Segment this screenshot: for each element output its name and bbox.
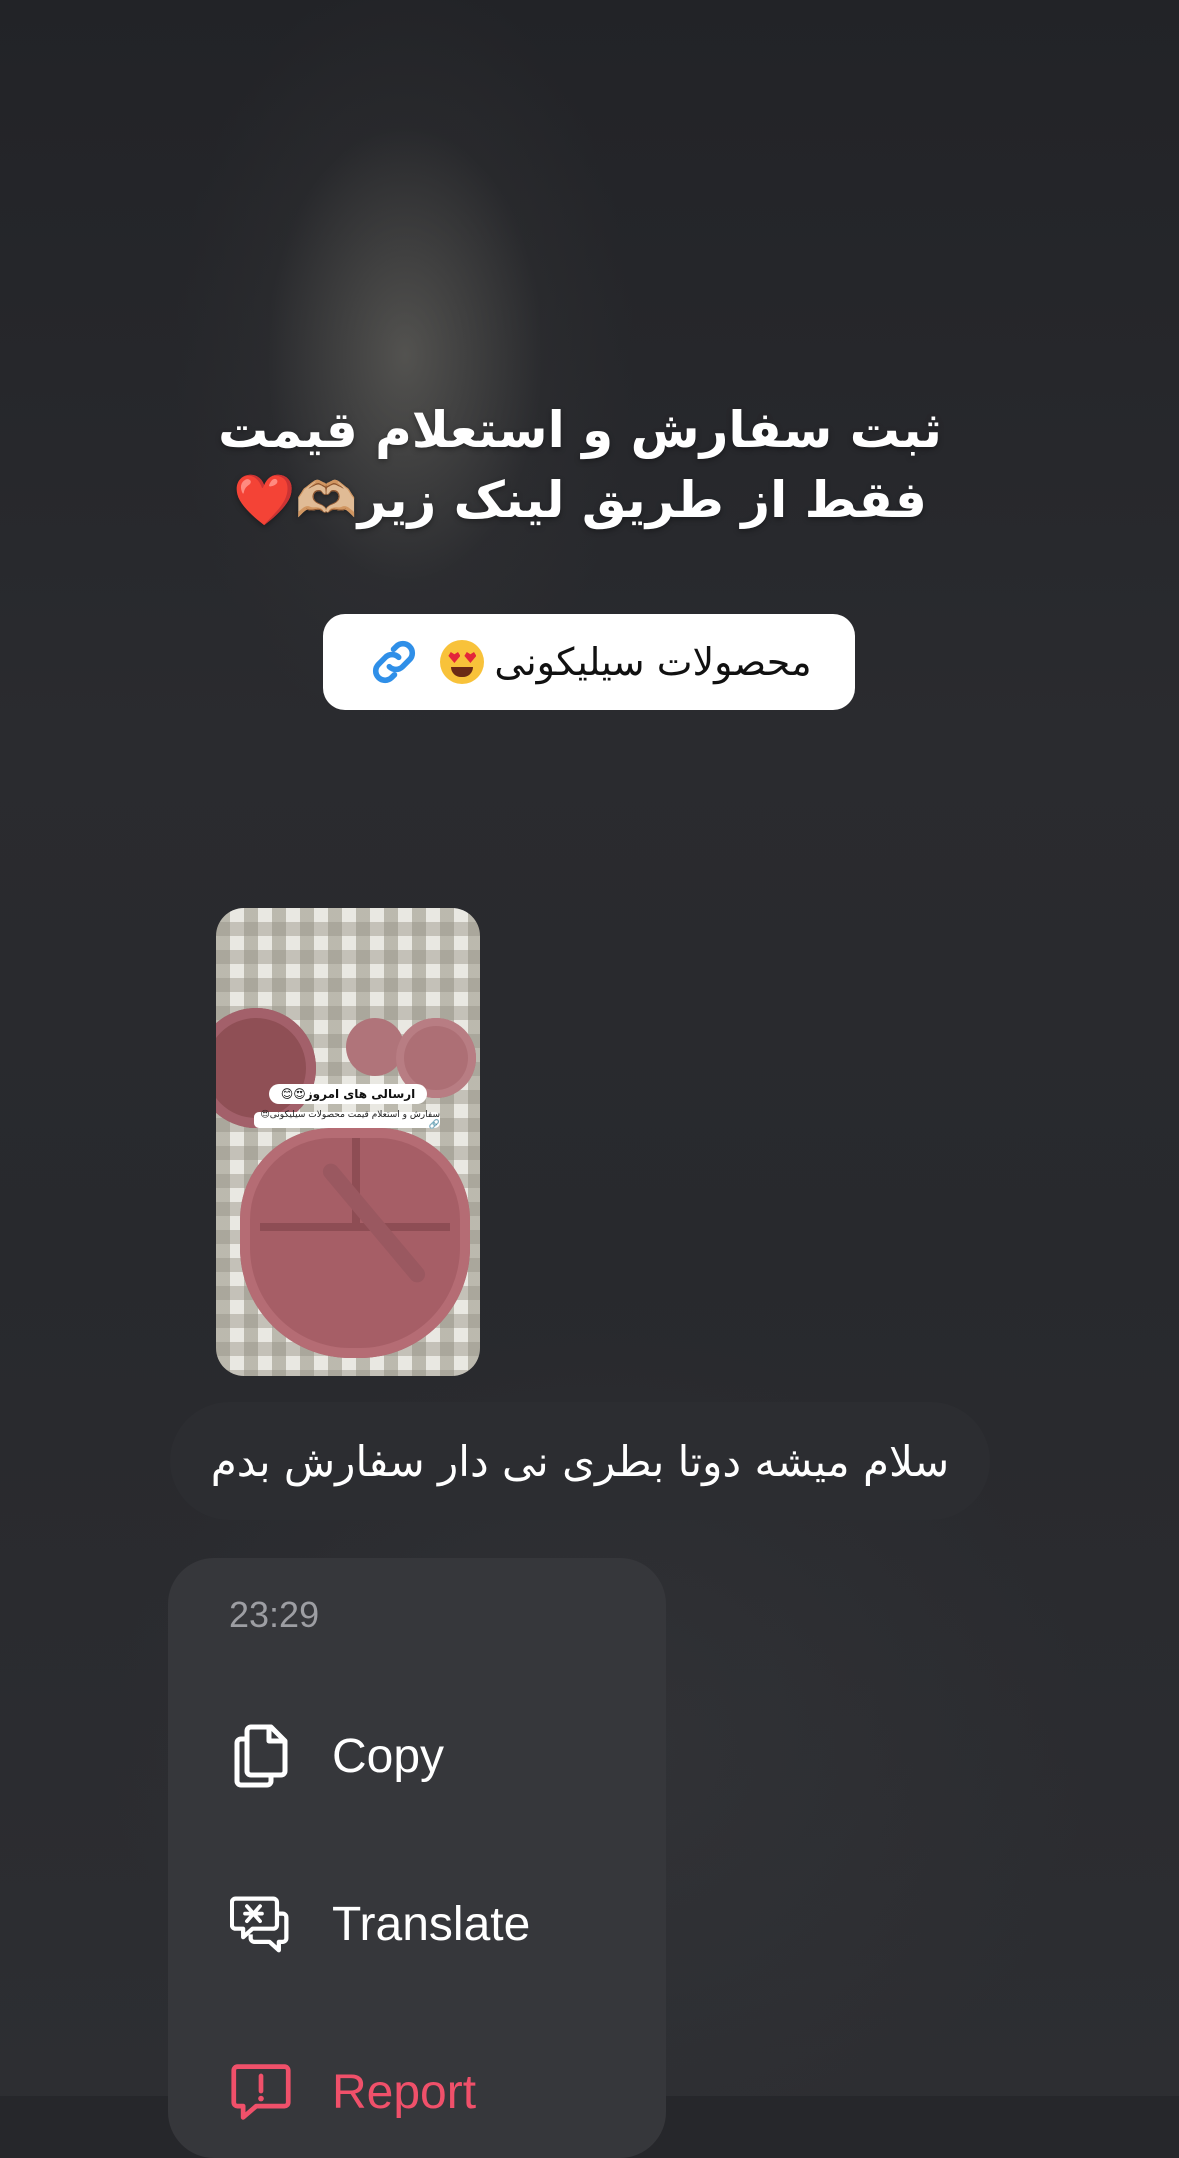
translate-icon: [230, 1889, 292, 1959]
silicone-lid-image: [346, 1018, 404, 1076]
thumbnail-caption-bottom: سفارش و استعلام قیمت محصولات سیلیکونی😍 🔗: [254, 1110, 440, 1130]
story-title-line-2: فقط از طریق لینک زیر🫶🏼❤️: [233, 471, 927, 529]
heart-eyes-emoji-icon: [440, 640, 485, 684]
menu-item-copy[interactable]: Copy: [230, 1716, 444, 1796]
message-context-menu: 23:29 Copy Translate Report: [168, 1558, 666, 2158]
link-sticker-label: محصولات سیلیکونی: [494, 640, 812, 684]
menu-item-translate[interactable]: Translate: [230, 1884, 530, 1964]
shared-post-thumbnail[interactable]: ارسالی های امروز😍😊 سفارش و استعلام قیمت …: [216, 908, 480, 1376]
message-text: سلام میشه دوتا بطری نی دار سفارش بدم: [210, 1436, 950, 1486]
link-chain-icon: [373, 640, 416, 684]
story-title: ثبت سفارش و استعلام قیمت فقط از طریق لین…: [180, 395, 980, 535]
story-title-line-1: ثبت سفارش و استعلام قیمت: [218, 401, 942, 459]
menu-item-report[interactable]: Report: [230, 2052, 476, 2132]
copy-icon: [230, 1721, 292, 1791]
menu-item-report-label: Report: [332, 2065, 477, 2119]
message-bubble[interactable]: سلام میشه دوتا بطری نی دار سفارش بدم: [170, 1402, 990, 1520]
message-time: 23:29: [229, 1594, 320, 1635]
link-sticker[interactable]: محصولات سیلیکونی: [323, 614, 855, 710]
silicone-plate-image: [240, 1128, 470, 1358]
report-icon: [230, 2057, 292, 2127]
menu-item-translate-label: Translate: [332, 1897, 531, 1951]
menu-item-copy-label: Copy: [332, 1729, 445, 1783]
thumbnail-caption-top: ارسالی های امروز😍😊: [269, 1084, 427, 1104]
